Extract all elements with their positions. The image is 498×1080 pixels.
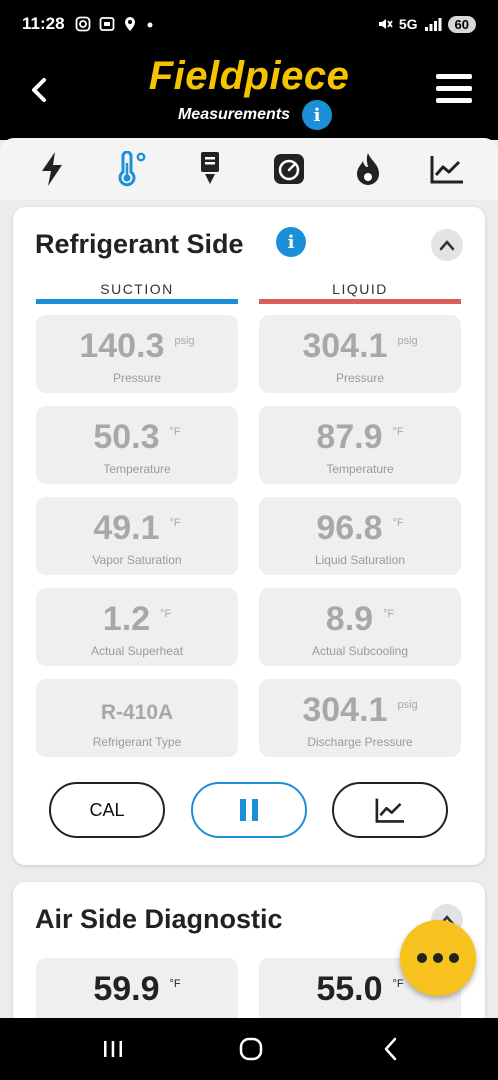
back-icon[interactable] [376,1034,406,1064]
cal-button[interactable]: CAL [49,782,165,838]
suction-temperature-tile[interactable]: 50.3 °F Temperature [36,406,238,484]
vapor-saturation-tile[interactable]: 49.1 °F Vapor Saturation [36,497,238,575]
unit: °F [392,978,404,990]
tab-temperature[interactable] [108,146,154,192]
tile-label: Pressure [112,371,162,385]
suction-pressure-value: 140.3 [79,327,165,365]
suction-temperature-value: 50.3 [93,418,160,456]
lightning-icon [41,152,62,186]
actual-superheat-tile[interactable]: 1.2 °F Actual Superheat [36,588,238,666]
air-value: 59.9 [93,970,160,1008]
air-value: 55.0 [316,970,383,1008]
tab-pressure[interactable] [266,146,312,192]
instagram-icon [75,16,90,32]
liquid-header: LIQUID [259,281,461,304]
liquid-temperature-tile[interactable]: 87.9 °F Temperature [259,406,461,484]
tile-label: Discharge Pressure [307,735,413,749]
suction-label: SUCTION [100,281,174,297]
graph-button[interactable] [332,782,448,838]
vapor-saturation-value: 49.1 [93,509,160,547]
suction-header: SUCTION [36,281,238,304]
refrigerant-tiles: 140.3 psig Pressure 304.1 psig Pressure 50… [36,315,461,757]
liquid-pressure-value: 304.1 [302,327,388,365]
refrigerant-side-card: Refrigerant Side i SUCTION LIQUID 140.3 p… [13,207,485,865]
tile-label: Pressure [335,371,385,385]
action-buttons: CAL [49,782,449,838]
hamburger-menu-icon[interactable] [436,74,472,106]
unit: °F [392,426,404,438]
refrigerant-type-tile[interactable]: R-410A Refrigerant Type [36,679,238,757]
network-type: 5G [398,16,418,32]
unit: °F [169,426,181,438]
collapse-button[interactable] [431,229,463,261]
tile-label: Actual Subcooling [311,644,409,658]
unit: °F [169,978,181,990]
flame-icon [356,153,379,185]
more-dots-icon [417,953,427,963]
unit: °F [169,517,181,529]
status-bar: 11:28 5G 60 [0,0,498,48]
unit: psig [397,335,418,347]
unit: °F [383,608,395,620]
status-time: 11:28 [22,14,65,33]
tab-combustion[interactable] [345,146,391,192]
thermometer-icon [118,151,145,187]
battery-indicator: 60 [447,15,476,33]
signal-icon [424,18,442,31]
pause-icon [240,799,258,821]
tab-charging[interactable] [187,146,233,192]
dot-icon [147,22,153,28]
refrigerant-type-value: R-410A [100,701,174,724]
tile-label: Temperature [326,462,394,476]
chart-icon [375,798,404,823]
gauge-icon [273,154,304,184]
tile-label: Liquid Saturation [314,553,406,567]
liquid-saturation-value: 96.8 [316,509,383,547]
discharge-pressure-tile[interactable]: 304.1 psig Discharge Pressure [259,679,461,757]
actual-superheat-value: 1.2 [102,600,151,638]
actual-subcooling-value: 8.9 [325,600,374,638]
chevron-up-icon [439,240,455,251]
location-icon [124,17,135,31]
fieldpiece-logo: Fieldpiece [148,54,350,98]
liquid-pressure-tile[interactable]: 304.1 psig Pressure [259,315,461,393]
liquid-saturation-tile[interactable]: 96.8 °F Liquid Saturation [259,497,461,575]
suction-color-bar [36,299,238,304]
actual-subcooling-tile[interactable]: 8.9 °F Actual Subcooling [259,588,461,666]
suction-pressure-tile[interactable]: 140.3 psig Pressure [36,315,238,393]
home-icon[interactable] [236,1034,266,1064]
recent-apps-icon[interactable] [98,1034,128,1064]
discharge-pressure-value: 304.1 [302,691,388,729]
chart-icon [430,156,463,184]
pause-button[interactable] [191,782,307,838]
air-side-title: Air Side Diagnostic [35,904,283,934]
category-tab-bar [0,138,498,200]
tile-label: Refrigerant Type [92,735,182,749]
refrigerant-info-icon[interactable]: i [276,227,306,257]
unit: psig [174,335,195,347]
refrigerant-side-title: Refrigerant Side [35,229,244,259]
liquid-label: LIQUID [332,281,388,297]
liquid-color-bar [259,299,461,304]
tile-label: Vapor Saturation [92,553,182,567]
page-title: Measurements [177,106,291,123]
mute-icon [378,19,393,29]
tile-label: Actual Superheat [90,644,184,658]
liquid-temperature-value: 87.9 [316,418,383,456]
more-options-fab[interactable] [400,920,476,996]
info-icon[interactable]: i [302,100,333,130]
system-nav-bar [0,1018,498,1080]
tile-label: Temperature [103,462,171,476]
charging-icon [200,152,219,184]
tab-trends[interactable] [424,146,470,192]
screenshot-icon [99,17,114,31]
app-header: Fieldpiece Measurements i [0,48,498,140]
tab-electrical[interactable] [29,146,75,192]
unit: psig [397,699,418,711]
unit: °F [392,517,404,529]
unit: °F [160,608,172,620]
